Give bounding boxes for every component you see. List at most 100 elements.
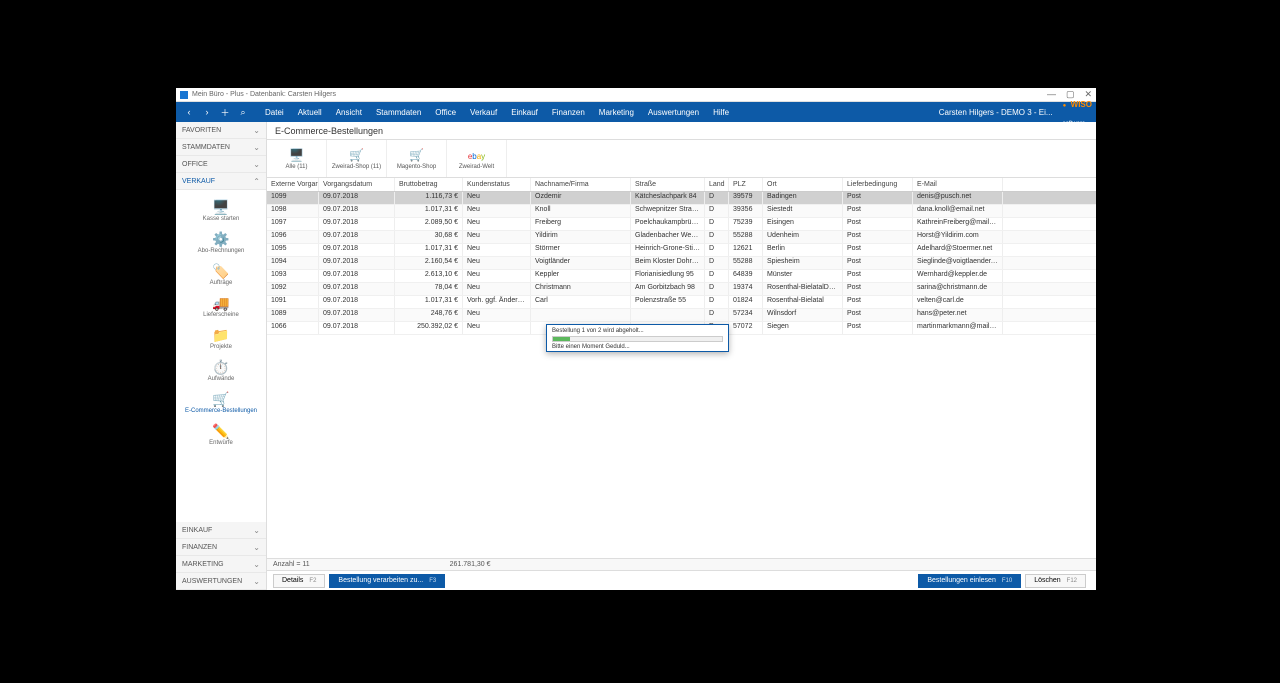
table-cell: 01824: [729, 296, 763, 308]
table-cell: Adelhard@Stoermer.net: [913, 244, 1003, 256]
sidebar-item-projekte[interactable]: 📁Projekte: [176, 322, 266, 354]
table-row[interactable]: 109609.07.201830,68 €NeuYildirimGladenba…: [267, 231, 1096, 244]
column-header[interactable]: Vorgangsdatum: [319, 178, 395, 191]
shop-tab-2[interactable]: 🛒Magento-Shop: [387, 140, 447, 177]
table-cell: Münster: [763, 270, 843, 282]
sidebar-icon: ⚙️: [211, 230, 231, 248]
column-header[interactable]: E-Mail: [913, 178, 1003, 191]
app-icon: [180, 91, 188, 99]
sidebar-item-kasse-starten[interactable]: 🖥️Kasse starten: [176, 194, 266, 226]
column-header[interactable]: Externe Vorgar: [267, 178, 319, 191]
shop-tab-icon: 🛒: [349, 148, 364, 162]
import-orders-button[interactable]: Bestellungen einlesenF10: [918, 574, 1021, 588]
column-header[interactable]: Nachname/Firma: [531, 178, 631, 191]
chevron-down-icon: ⌄: [253, 126, 260, 135]
table-cell: 1097: [267, 218, 319, 230]
shop-tab-0[interactable]: 🖥️Alle (11): [267, 140, 327, 177]
sidebar-item-auftr-ge[interactable]: 🏷️Aufträge: [176, 258, 266, 290]
sidebar-section-favoriten[interactable]: FAVORITEN⌄: [176, 122, 266, 139]
table-cell: Post: [843, 270, 913, 282]
app-window: Mein Büro - Plus - Datenbank: Carsten Hi…: [176, 88, 1096, 590]
back-button[interactable]: ‹: [180, 103, 198, 121]
chevron-down-icon: ⌄: [253, 143, 260, 152]
sidebar-item-aufw-nde[interactable]: ⏱️Aufwände: [176, 354, 266, 386]
search-button[interactable]: ⌕: [234, 103, 252, 121]
table-cell: 09.07.2018: [319, 218, 395, 230]
table-cell: 78,04 €: [395, 283, 463, 295]
table-cell: 57234: [729, 309, 763, 321]
column-header[interactable]: PLZ: [729, 178, 763, 191]
table-row[interactable]: 109709.07.20182.089,50 €NeuFreibergPoelc…: [267, 218, 1096, 231]
table-cell: Horst@Yildirim.com: [913, 231, 1003, 243]
menu-marketing[interactable]: Marketing: [592, 108, 641, 117]
sidebar-item-abo-rechnungen[interactable]: ⚙️Abo-Rechnungen: [176, 226, 266, 258]
table-cell: Schwepnitzer Straße 2: [631, 205, 705, 217]
sidebar-item-entw-rfe[interactable]: ✏️Entwürfe: [176, 418, 266, 450]
table-row[interactable]: 109509.07.20181.017,31 €NeuStörmerHeinri…: [267, 244, 1096, 257]
table-cell: hans@peter.net: [913, 309, 1003, 321]
sidebar-section-verkauf[interactable]: VERKAUF⌃: [176, 173, 266, 190]
shop-tab-label: Zweirad-Shop (11): [332, 164, 381, 170]
chevron-down-icon: ⌄: [253, 560, 260, 569]
table-cell: 1096: [267, 231, 319, 243]
table-cell: 09.07.2018: [319, 322, 395, 334]
sidebar-item-label: Aufwände: [208, 376, 235, 382]
table-cell: Knoll: [531, 205, 631, 217]
progress-dialog: Bestellung 1 von 2 wird abgeholt... Bitt…: [546, 324, 729, 352]
menu-aktuell[interactable]: Aktuell: [291, 108, 329, 117]
menu-auswertungen[interactable]: Auswertungen: [641, 108, 706, 117]
table-row[interactable]: 109409.07.20182.160,54 €NeuVoigtländerBe…: [267, 257, 1096, 270]
menu-office[interactable]: Office: [428, 108, 463, 117]
table-row[interactable]: 108909.07.2018248,76 €NeuD57234Wilnsdorf…: [267, 309, 1096, 322]
menu-ansicht[interactable]: Ansicht: [329, 108, 369, 117]
sidebar-section-marketing[interactable]: MARKETING⌄: [176, 556, 266, 573]
table-cell: 2.613,10 €: [395, 270, 463, 282]
menu-stammdaten[interactable]: Stammdaten: [369, 108, 428, 117]
column-header[interactable]: Lieferbedingung: [843, 178, 913, 191]
column-header[interactable]: Straße: [631, 178, 705, 191]
table-cell: D: [705, 244, 729, 256]
table-cell: Udenheim: [763, 231, 843, 243]
menu-hilfe[interactable]: Hilfe: [706, 108, 736, 117]
sidebar-icon: 🚚: [211, 294, 231, 312]
column-header[interactable]: Bruttobetrag: [395, 178, 463, 191]
sidebar-item-lieferscheine[interactable]: 🚚Lieferscheine: [176, 290, 266, 322]
table-cell: D: [705, 192, 729, 204]
menu-verkauf[interactable]: Verkauf: [463, 108, 504, 117]
table-cell: D: [705, 283, 729, 295]
column-header[interactable]: Land: [705, 178, 729, 191]
sidebar-section-auswertungen[interactable]: AUSWERTUNGEN⌄: [176, 573, 266, 590]
sidebar-item-e-commerce-bestellungen[interactable]: 🛒E-Commerce-Bestellungen: [176, 386, 266, 418]
shop-tab-3[interactable]: ebayZweirad-Welt: [447, 140, 507, 177]
menu-einkauf[interactable]: Einkauf: [504, 108, 545, 117]
menubar: ‹ › ＋ ⌕ Datei Aktuell Ansicht Stammdaten…: [176, 102, 1096, 122]
table-cell: Heinrich-Grone-Stieg 91: [631, 244, 705, 256]
process-order-button[interactable]: Bestellung verarbeiten zu...F3: [329, 574, 445, 588]
table-row[interactable]: 109909.07.20181.116,73 €NeuÖzdemirKätche…: [267, 192, 1096, 205]
forward-button[interactable]: ›: [198, 103, 216, 121]
delete-button[interactable]: LöschenF12: [1025, 574, 1086, 588]
shop-tab-1[interactable]: 🛒 Zweirad-Shop (11): [327, 140, 387, 177]
menu-finanzen[interactable]: Finanzen: [545, 108, 592, 117]
table-cell: 1.017,31 €: [395, 296, 463, 308]
sidebar-section-finanzen[interactable]: FINANZEN⌄: [176, 539, 266, 556]
table-cell: 75239: [729, 218, 763, 230]
sidebar-section-stammdaten[interactable]: STAMMDATEN⌄: [176, 139, 266, 156]
table-row[interactable]: 109309.07.20182.613,10 €NeuKepplerFloria…: [267, 270, 1096, 283]
table-row[interactable]: 109809.07.20181.017,31 €NeuKnollSchwepni…: [267, 205, 1096, 218]
menu-datei[interactable]: Datei: [258, 108, 291, 117]
sidebar-section-einkauf[interactable]: EINKAUF⌄: [176, 522, 266, 539]
column-header[interactable]: Kundenstatus: [463, 178, 531, 191]
sidebar-icon: 🛒: [211, 390, 231, 408]
table-cell: denis@pusch.net: [913, 192, 1003, 204]
table-cell: 2.089,50 €: [395, 218, 463, 230]
add-button[interactable]: ＋: [216, 103, 234, 121]
user-label[interactable]: Carsten Hilgers - DEMO 3 - Ei...: [939, 108, 1053, 117]
table-row[interactable]: 109209.07.201878,04 €NeuChristmannAm Gor…: [267, 283, 1096, 296]
chevron-down-icon: ⌄: [253, 526, 260, 535]
table-row[interactable]: 109109.07.20181.017,31 €Vorh. ggf. Änder…: [267, 296, 1096, 309]
column-header[interactable]: Ort: [763, 178, 843, 191]
sidebar-section-office[interactable]: OFFICE⌄: [176, 156, 266, 173]
table-cell: Poelchaukampbrücke 18: [631, 218, 705, 230]
details-button[interactable]: DetailsF2: [273, 574, 325, 588]
